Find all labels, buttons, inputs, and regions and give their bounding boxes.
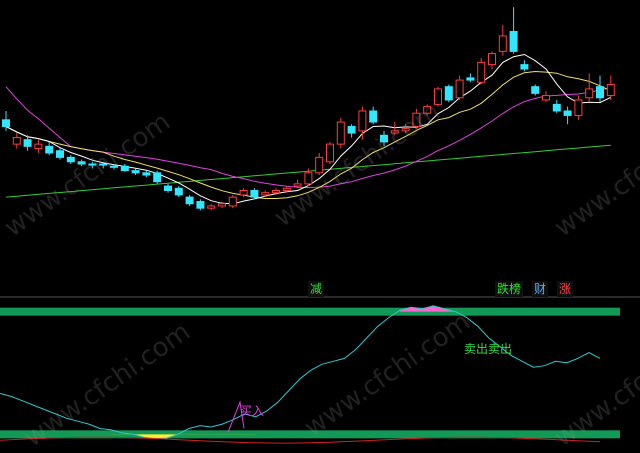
- candle-body: [596, 86, 604, 99]
- candle-body: [23, 139, 32, 147]
- candle-body: [261, 192, 270, 196]
- candle-body: [347, 125, 356, 134]
- tag-cai[interactable]: 财: [532, 281, 549, 297]
- candle-body: [434, 88, 442, 105]
- tag-zhang[interactable]: 涨: [557, 281, 574, 297]
- candle-body: [477, 61, 486, 83]
- candle-body: [444, 86, 453, 101]
- candle-body: [207, 205, 216, 209]
- candle-body: [574, 99, 583, 116]
- candle-body: [131, 170, 140, 174]
- candle-body: [164, 185, 172, 191]
- upper-band: [0, 307, 620, 316]
- candle-body: [542, 95, 550, 101]
- candle-body: [196, 201, 205, 209]
- candle-body: [498, 35, 507, 52]
- candle-body: [239, 190, 248, 196]
- candle-body: [563, 110, 572, 116]
- sell-signal-label: 卖出卖出: [464, 342, 513, 356]
- tag-diebang[interactable]: 跌榜: [495, 281, 524, 297]
- candle-body: [466, 77, 475, 81]
- candle-body: [66, 156, 75, 163]
- candle-body: [56, 150, 64, 158]
- candle-body: [369, 110, 378, 123]
- candle-body: [228, 196, 237, 207]
- tag-jian[interactable]: 减: [308, 281, 325, 297]
- candle-body: [509, 31, 518, 52]
- candle-body: [34, 143, 43, 150]
- candle-body: [282, 187, 291, 192]
- candle-body: [455, 79, 464, 99]
- candle-body: [2, 119, 10, 127]
- candle-body: [45, 145, 54, 154]
- candle-body: [142, 172, 151, 176]
- candle-body: [520, 64, 529, 70]
- candle-body: [174, 187, 183, 196]
- candle-body: [218, 203, 226, 207]
- candle-body: [552, 103, 561, 112]
- candle-body: [358, 110, 367, 132]
- buy-signal-label: 买入: [240, 404, 265, 418]
- candle-body: [250, 190, 259, 198]
- candle-body: [153, 172, 162, 183]
- candle-body: [606, 84, 615, 97]
- candle-body: [326, 143, 334, 163]
- candle-body: [336, 121, 345, 145]
- candle-body: [185, 196, 194, 205]
- candle-body: [531, 86, 540, 94]
- candle-body: [272, 190, 280, 194]
- candle-body: [585, 88, 594, 99]
- candle-body: [12, 137, 21, 145]
- candle-body: [488, 53, 496, 66]
